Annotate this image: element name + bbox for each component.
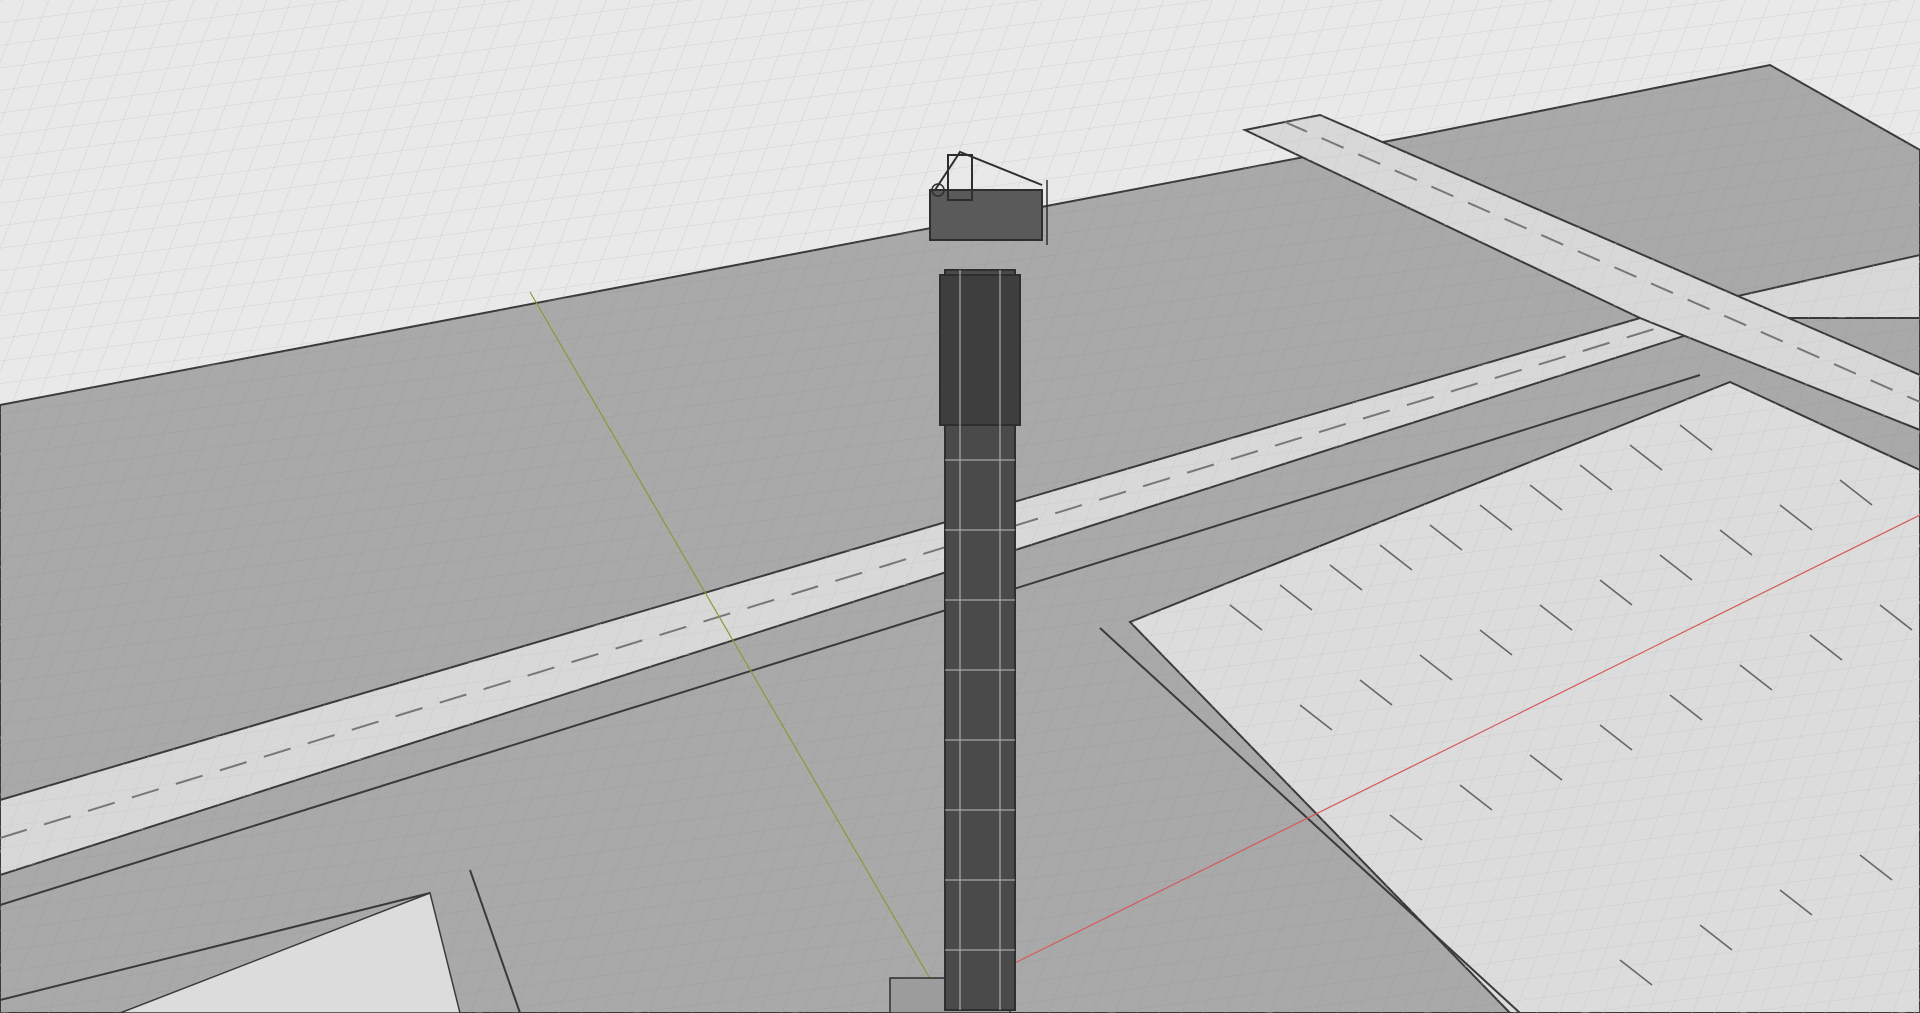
tower-platform (929, 189, 1043, 241)
scene-canvas[interactable] (0, 0, 1920, 1013)
3d-viewport[interactable] (0, 0, 1920, 1013)
